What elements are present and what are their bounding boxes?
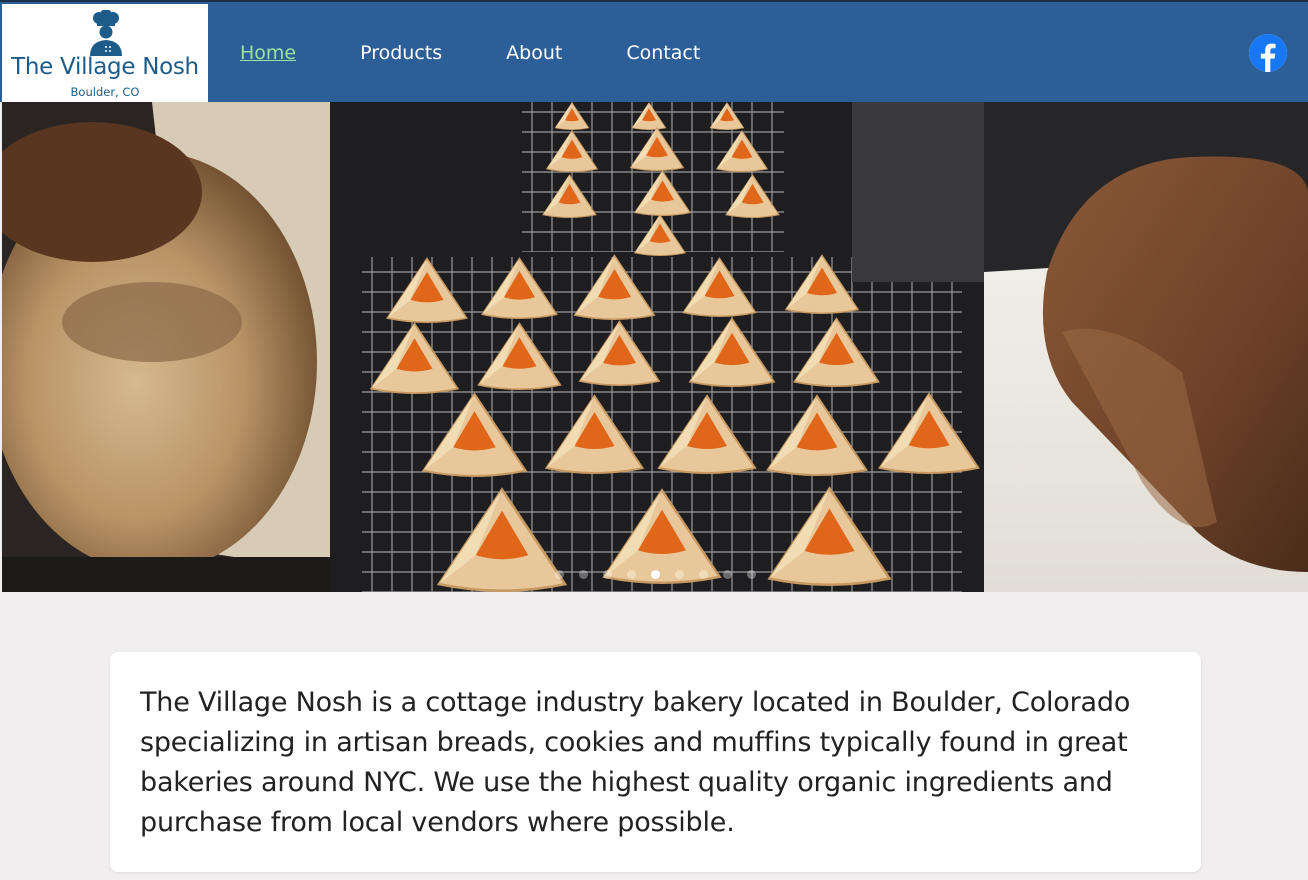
facebook-link[interactable]: [1249, 34, 1287, 72]
carousel-dot-3[interactable]: [603, 570, 612, 579]
carousel-dot-6[interactable]: [675, 570, 684, 579]
site-header: The Village Nosh Boulder, CO Home Produc…: [0, 0, 1308, 104]
carousel-dot-9[interactable]: [747, 570, 756, 579]
main-nav: Home Products About Contact: [240, 42, 700, 64]
carousel-dot-7[interactable]: [699, 570, 708, 579]
carousel-dot-4[interactable]: [627, 570, 636, 579]
hero-carousel[interactable]: [2, 102, 1308, 592]
carousel-dot-1[interactable]: [555, 570, 564, 579]
slide-crumb-cake: [2, 102, 330, 592]
slide-hamantaschen: [330, 102, 984, 592]
carousel-dot-8[interactable]: [723, 570, 732, 579]
logo-location: Boulder, CO: [70, 85, 140, 99]
nav-about[interactable]: About: [506, 42, 562, 64]
slide-rye-bread: [984, 102, 1308, 592]
chef-icon: [90, 10, 122, 56]
carousel-slides: [2, 102, 1308, 592]
facebook-icon: [1249, 34, 1287, 72]
about-card: The Village Nosh is a cottage industry b…: [110, 652, 1201, 872]
carousel-dot-5[interactable]: [651, 570, 660, 579]
about-text: The Village Nosh is a cottage industry b…: [140, 687, 1131, 838]
carousel-indicators: [0, 568, 1308, 582]
logo-title: The Village Nosh: [11, 54, 199, 80]
site-logo[interactable]: The Village Nosh Boulder, CO: [2, 4, 208, 104]
carousel-dot-2[interactable]: [579, 570, 588, 579]
nav-products[interactable]: Products: [360, 42, 442, 64]
nav-contact[interactable]: Contact: [626, 42, 700, 64]
nav-home[interactable]: Home: [240, 42, 296, 64]
